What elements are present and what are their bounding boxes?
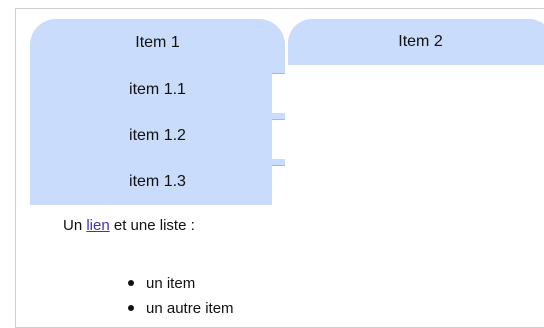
nav-menu: Item 1 item 1.1 item 1.2 item 1.3 Item 2 [30, 19, 544, 209]
submenu-item-1-2[interactable]: item 1.2 [30, 113, 285, 159]
list-item: un item [128, 271, 234, 296]
submenu-item-1-1[interactable]: item 1.1 [30, 67, 285, 113]
menu-item-2-column: Item 2 [288, 19, 544, 65]
link[interactable]: lien [86, 217, 109, 234]
menu-item-1[interactable]: Item 1 [30, 19, 285, 67]
intro-text: Un lien et une liste : [63, 216, 195, 236]
page-frame: Item 1 item 1.1 item 1.2 item 1.3 Item 2… [15, 8, 544, 328]
intro-prefix: Un [63, 217, 87, 234]
list-item: un autre item [128, 296, 234, 321]
bullet-list: un item un autre item [128, 271, 234, 321]
submenu-item-1-3[interactable]: item 1.3 [30, 159, 285, 205]
intro-suffix: et une liste : [109, 217, 195, 234]
menu-item-1-column: Item 1 item 1.1 item 1.2 item 1.3 [30, 19, 285, 205]
menu-item-2[interactable]: Item 2 [288, 19, 544, 65]
